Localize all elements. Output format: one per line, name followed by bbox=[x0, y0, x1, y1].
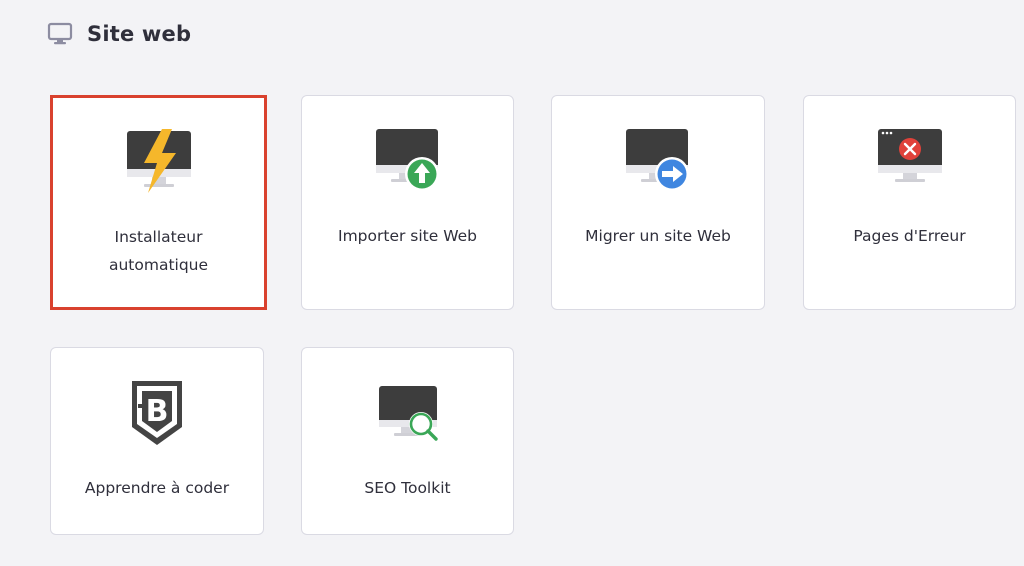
migrate-arrow-icon bbox=[623, 127, 693, 197]
error-page-icon bbox=[875, 127, 945, 197]
seo-magnifier-icon bbox=[373, 384, 443, 454]
lightning-monitor-icon bbox=[124, 127, 194, 197]
card-auto-installer[interactable]: Installateur automatique bbox=[50, 95, 267, 310]
svg-text:B: B bbox=[146, 394, 169, 429]
card-error-pages[interactable]: Pages d'Erreur bbox=[803, 95, 1016, 310]
card-import-website[interactable]: Importer site Web bbox=[301, 95, 514, 310]
card-label: Importer site Web bbox=[338, 227, 477, 245]
card-learn-to-code[interactable]: B Apprendre à coder bbox=[50, 347, 264, 535]
page-title: Site web bbox=[87, 22, 192, 46]
card-seo-toolkit[interactable]: SEO Toolkit bbox=[301, 347, 514, 535]
card-label: Apprendre à coder bbox=[84, 479, 230, 497]
card-label: SEO Toolkit bbox=[364, 479, 451, 497]
card-migrate-website[interactable]: Migrer un site Web bbox=[551, 95, 765, 310]
card-label: Pages d'Erreur bbox=[853, 227, 966, 245]
card-label: Installateur automatique bbox=[108, 228, 209, 274]
code-badge-icon: B bbox=[122, 379, 192, 449]
import-upload-icon bbox=[373, 127, 443, 197]
section-header: Site web bbox=[47, 20, 191, 48]
monitor-icon bbox=[47, 22, 73, 46]
card-label: Migrer un site Web bbox=[585, 227, 731, 245]
